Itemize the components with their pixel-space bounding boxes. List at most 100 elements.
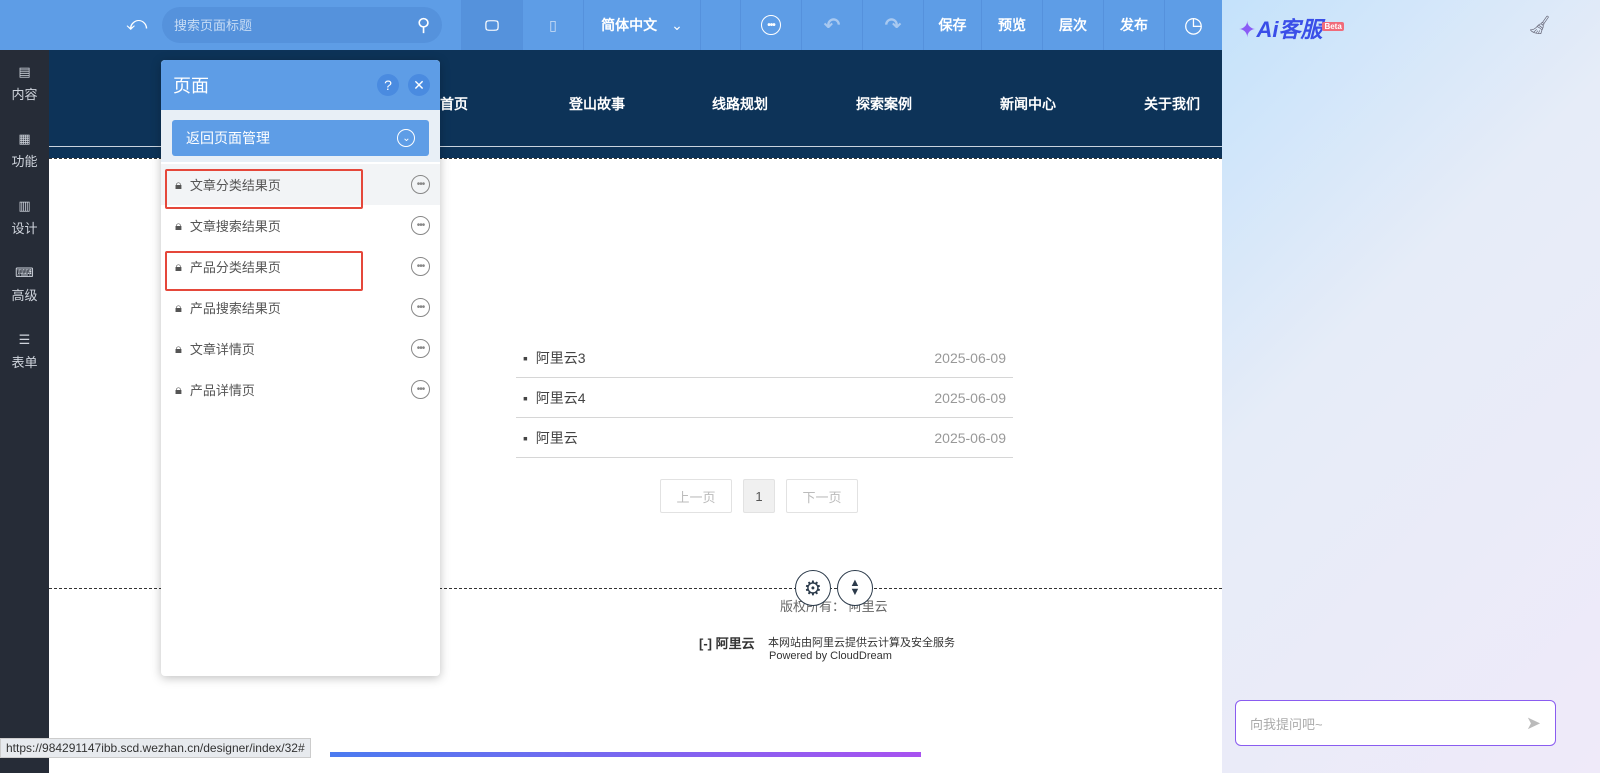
desktop-icon: 🖵 bbox=[485, 16, 499, 33]
lock-icon: 🔒︎ bbox=[175, 299, 182, 315]
layout-icon: ▥ bbox=[18, 198, 31, 213]
more-icon: ••• bbox=[761, 15, 781, 35]
more-icon[interactable]: ••• bbox=[411, 298, 430, 317]
pages-panel: 页面 ? ✕ 返回页面管理 ⌄ 🔒︎ 文章分类结果页 ••• 🔒︎ 文章搜索结果页 •••… bbox=[161, 60, 440, 676]
history-button[interactable]: ◷ bbox=[1164, 0, 1222, 50]
page-label: 产品搜索结果页 bbox=[189, 301, 281, 316]
status-url: https://984291147ibb.scd.wezhan.cn/desig… bbox=[0, 738, 311, 758]
sidebar-item-features[interactable]: ▦ 功能 bbox=[0, 117, 49, 184]
page-item[interactable]: 🔒︎ 产品搜索结果页 ••• bbox=[161, 287, 440, 328]
nav-routes[interactable]: 线路规划 bbox=[712, 94, 768, 114]
close-icon: ✕ bbox=[413, 76, 425, 93]
search-input[interactable] bbox=[174, 17, 417, 33]
chevron-down-circle-icon: ⌄ bbox=[397, 129, 415, 147]
page-item[interactable]: 🔒︎ 文章分类结果页 ••• bbox=[161, 164, 440, 209]
article-date: 2025-06-09 bbox=[934, 349, 1006, 366]
layers-button[interactable]: 层次 bbox=[1042, 0, 1103, 50]
language-select[interactable]: 简体中文 ⌄ bbox=[583, 0, 700, 50]
lock-icon: 🔒︎ bbox=[175, 217, 182, 233]
article-list: ▪ 阿里云3 2025-06-09 ▪ 阿里云4 2025-06-09 ▪ 阿里云 2… bbox=[516, 338, 1013, 458]
page-label: 文章搜索结果页 bbox=[189, 219, 281, 234]
page-label: 产品详情页 bbox=[189, 383, 255, 398]
left-sidebar: ▤ 内容 ▦ 功能 ▥ 设计 ⌨ 高级 ☰ 表单 bbox=[0, 50, 49, 773]
document-icon: ▤ bbox=[18, 64, 31, 79]
sidebar-item-label: 功能 bbox=[11, 154, 38, 169]
undo-button[interactable]: ↶ bbox=[801, 0, 862, 50]
next-page-button[interactable]: 下一页 bbox=[786, 479, 858, 513]
history-icon: ◷ bbox=[1183, 12, 1204, 37]
mobile-view-button[interactable]: ▯ bbox=[522, 0, 583, 50]
help-button[interactable]: ? bbox=[377, 74, 399, 96]
more-button[interactable]: ••• bbox=[740, 0, 801, 50]
list-item[interactable]: ▪ 阿里云 2025-06-09 bbox=[516, 418, 1013, 458]
chevron-down-icon: ⌄ bbox=[671, 16, 683, 33]
undo-icon: ↶ bbox=[823, 14, 841, 37]
loading-progress-bar bbox=[330, 752, 921, 757]
copyright-text: 版权所有： 阿里云 bbox=[780, 599, 888, 614]
language-label: 简体中文 bbox=[601, 17, 658, 33]
page-item[interactable]: 🔒︎ 文章搜索结果页 ••• bbox=[161, 205, 440, 246]
nav-cases[interactable]: 探索案例 bbox=[856, 94, 912, 114]
nav-news[interactable]: 新闻中心 bbox=[1000, 94, 1056, 114]
page-1-button[interactable]: 1 bbox=[743, 479, 775, 513]
panel-header: 页面 ? ✕ bbox=[161, 60, 440, 110]
search-icon[interactable]: ⚲ bbox=[417, 15, 430, 36]
ai-input-placeholder: 向我提问吧~ bbox=[1250, 716, 1323, 732]
lock-icon: 🔒︎ bbox=[175, 176, 182, 192]
redo-button[interactable]: ↷ bbox=[862, 0, 923, 50]
powered-text: Powered by CloudDream bbox=[769, 650, 892, 662]
redo-icon: ↷ bbox=[884, 14, 902, 37]
sidebar-item-label: 设计 bbox=[11, 221, 38, 236]
resize-button[interactable]: ▲ ▼ bbox=[837, 570, 873, 606]
settings-button[interactable]: ⚙ bbox=[795, 570, 831, 606]
lock-icon: 🔒︎ bbox=[175, 258, 182, 274]
aliyun-logo: [-] 阿里云 bbox=[699, 636, 755, 651]
send-icon[interactable]: ➤ bbox=[1526, 713, 1541, 734]
prev-page-button[interactable]: 上一页 bbox=[660, 479, 732, 513]
form-icon: ☰ bbox=[18, 332, 31, 347]
save-button[interactable]: 保存 bbox=[923, 0, 981, 50]
sidebar-item-label: 表单 bbox=[11, 355, 38, 370]
back-to-page-management-button[interactable]: 返回页面管理 ⌄ bbox=[172, 120, 429, 156]
sidebar-item-label: 内容 bbox=[11, 87, 38, 102]
code-icon: ⌨ bbox=[15, 265, 34, 280]
desktop-view-button[interactable]: 🖵 bbox=[461, 0, 522, 50]
lock-icon: 🔒︎ bbox=[175, 340, 182, 356]
page-search[interactable]: ⚲ bbox=[162, 7, 442, 43]
ai-logo: ✦Ai客服 Beta bbox=[1238, 17, 1344, 42]
sidebar-item-content[interactable]: ▤ 内容 bbox=[0, 50, 49, 117]
page-label: 文章详情页 bbox=[189, 342, 255, 357]
sidebar-item-label: 高级 bbox=[11, 288, 38, 303]
back-label: 返回页面管理 bbox=[186, 130, 270, 146]
preview-button[interactable]: 预览 bbox=[981, 0, 1042, 50]
undo-back-icon[interactable]: ⤺ bbox=[126, 13, 147, 36]
nav-home[interactable]: 首页 bbox=[440, 94, 468, 114]
article-title[interactable]: 阿里云 bbox=[536, 430, 578, 446]
article-date: 2025-06-09 bbox=[934, 389, 1006, 406]
more-icon[interactable]: ••• bbox=[411, 380, 430, 399]
panel-title: 页面 bbox=[173, 76, 209, 96]
nav-stories[interactable]: 登山故事 bbox=[569, 94, 625, 114]
page-list: 🔒︎ 文章分类结果页 ••• 🔒︎ 文章搜索结果页 ••• 🔒︎ 产品分类结果页 ••• 🔒… bbox=[161, 162, 440, 410]
list-item[interactable]: ▪ 阿里云3 2025-06-09 bbox=[516, 338, 1013, 378]
article-title[interactable]: 阿里云4 bbox=[536, 390, 586, 406]
more-icon[interactable]: ••• bbox=[411, 257, 430, 276]
grid-icon: ▦ bbox=[18, 131, 31, 146]
service-text: 本网站由阿里云提供云计算及安全服务 bbox=[768, 637, 955, 649]
close-button[interactable]: ✕ bbox=[408, 74, 430, 96]
sidebar-item-design[interactable]: ▥ 设计 bbox=[0, 184, 49, 251]
article-title[interactable]: 阿里云3 bbox=[536, 350, 586, 366]
clear-icon[interactable]: 🧹︎ bbox=[1528, 15, 1551, 36]
ai-question-input[interactable]: 向我提问吧~ ➤ bbox=[1235, 700, 1556, 746]
list-item[interactable]: ▪ 阿里云4 2025-06-09 bbox=[516, 378, 1013, 418]
more-icon[interactable]: ••• bbox=[411, 175, 430, 194]
page-item[interactable]: 🔒︎ 文章详情页 ••• bbox=[161, 328, 440, 369]
nav-about[interactable]: 关于我们 bbox=[1144, 94, 1200, 114]
page-item[interactable]: 🔒︎ 产品详情页 ••• bbox=[161, 369, 440, 410]
sidebar-item-advanced[interactable]: ⌨ 高级 bbox=[0, 251, 49, 318]
sidebar-item-form[interactable]: ☰ 表单 bbox=[0, 318, 49, 385]
page-item[interactable]: 🔒︎ 产品分类结果页 ••• bbox=[161, 246, 440, 291]
more-icon[interactable]: ••• bbox=[411, 216, 430, 235]
publish-button[interactable]: 发布 bbox=[1103, 0, 1164, 50]
more-icon[interactable]: ••• bbox=[411, 339, 430, 358]
